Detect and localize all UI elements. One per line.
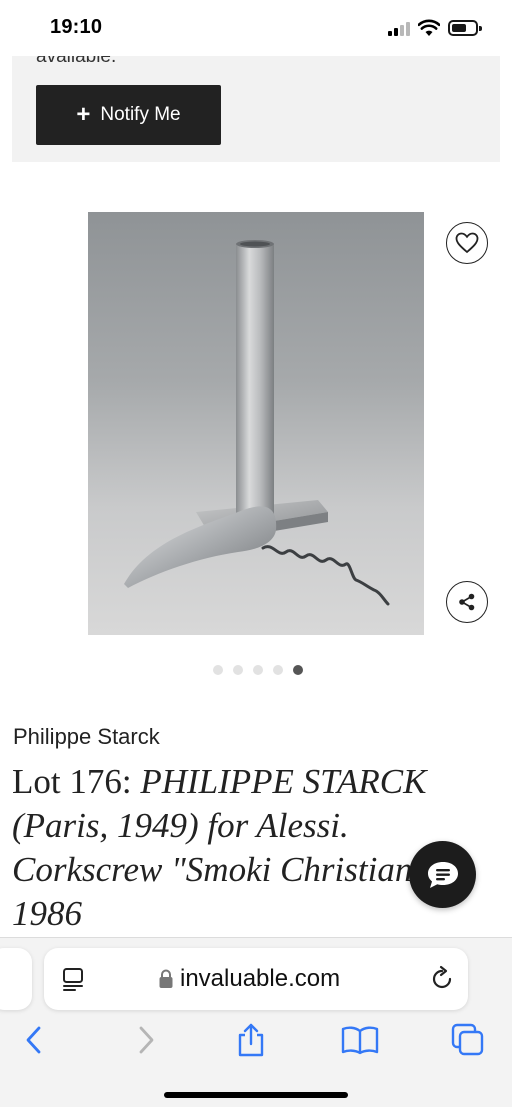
reload-icon[interactable]: [428, 965, 456, 993]
chevron-right-icon: [139, 1026, 154, 1054]
status-time: 19:10: [50, 16, 103, 38]
bookmarks-button[interactable]: [340, 1020, 380, 1060]
lot-number: Lot 176:: [12, 762, 141, 801]
tabs-icon: [451, 1023, 484, 1056]
carousel-dot[interactable]: [253, 665, 263, 675]
carousel-dot[interactable]: [273, 665, 283, 675]
heart-icon: [455, 232, 479, 254]
notify-panel: available. + Notify Me: [12, 56, 500, 162]
share-sheet-button[interactable]: [231, 1020, 271, 1060]
previous-tab-preview[interactable]: [0, 948, 32, 1010]
address-bar[interactable]: invaluable.com: [44, 948, 468, 1010]
reader-mode-icon[interactable]: [60, 966, 86, 992]
carousel-dots: [213, 665, 303, 675]
cellular-signal-icon: [388, 22, 412, 36]
book-icon: [341, 1026, 379, 1055]
share-sheet-icon: [238, 1023, 264, 1057]
lock-icon: [159, 969, 173, 988]
back-button[interactable]: [14, 1020, 54, 1060]
favorite-button[interactable]: [446, 222, 488, 264]
notify-me-button[interactable]: + Notify Me: [36, 85, 221, 145]
product-image[interactable]: [88, 212, 424, 635]
forward-button[interactable]: [126, 1020, 166, 1060]
carousel-dot[interactable]: [213, 665, 223, 675]
availability-text: available.: [36, 56, 117, 67]
share-button[interactable]: [446, 581, 488, 623]
browser-toolbar: invaluable.com: [0, 937, 512, 1107]
chevron-left-icon: [26, 1026, 41, 1054]
url-text[interactable]: invaluable.com: [180, 965, 340, 993]
artist-name[interactable]: Philippe Starck: [13, 724, 160, 750]
tabs-button[interactable]: [448, 1020, 488, 1060]
share-icon: [459, 593, 475, 611]
notify-me-label: Notify Me: [100, 104, 181, 125]
chat-bubble-icon: [427, 861, 458, 888]
home-indicator: [164, 1092, 348, 1098]
chat-button[interactable]: [409, 841, 476, 908]
carousel-dot[interactable]: [293, 665, 303, 675]
carousel-dot[interactable]: [233, 665, 243, 675]
plus-icon: +: [76, 101, 91, 128]
wifi-icon: [418, 19, 440, 36]
status-bar: 19:10: [0, 0, 512, 56]
battery-icon: [448, 20, 482, 36]
corkscrew-photo: [124, 240, 390, 606]
